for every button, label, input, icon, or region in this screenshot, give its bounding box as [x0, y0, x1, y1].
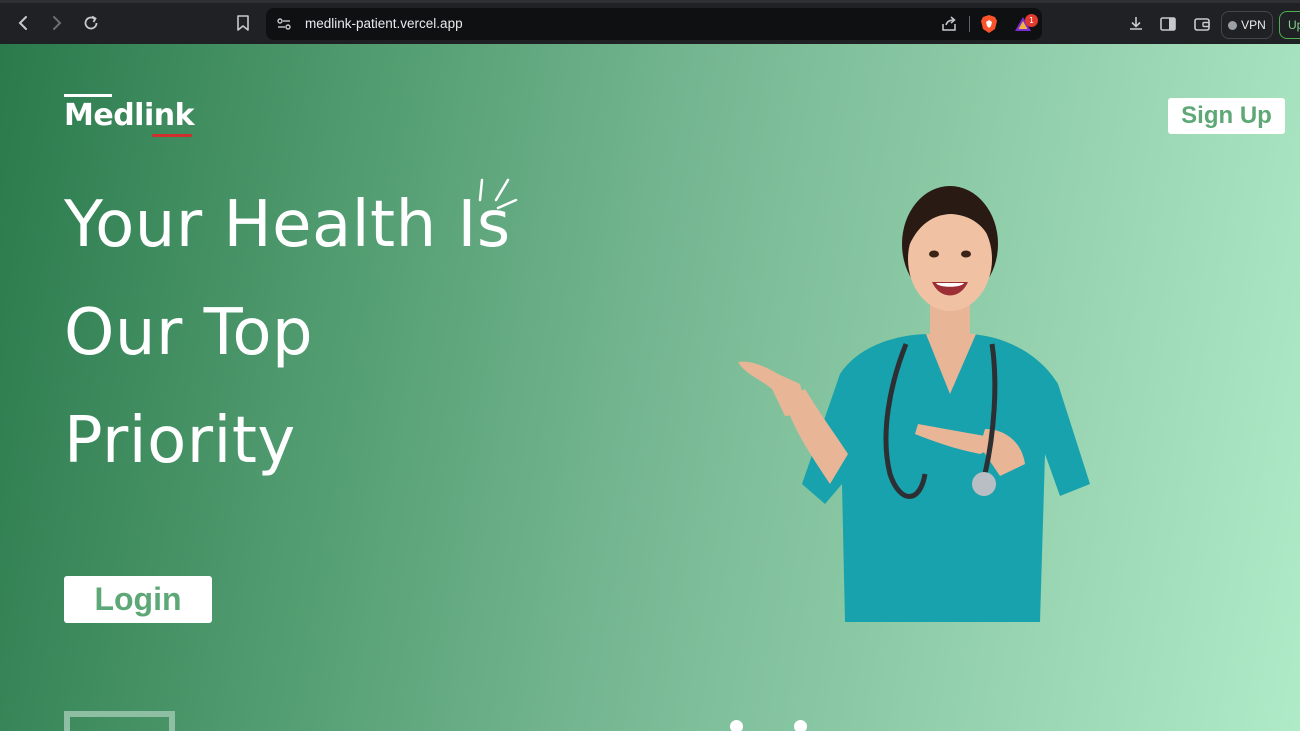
- forward-icon[interactable]: [43, 9, 71, 37]
- logo-top-bar: [64, 94, 112, 97]
- divider: [969, 16, 970, 32]
- browser-toolbar: medlink-patient.vercel.app 1 VPN Up: [0, 0, 1300, 44]
- headline-line-1: Your Health Is: [64, 188, 511, 262]
- download-icon[interactable]: [1126, 14, 1146, 34]
- vpn-button[interactable]: VPN: [1221, 11, 1273, 39]
- headline-line-2: Our Top: [64, 296, 314, 370]
- url-text: medlink-patient.vercel.app: [305, 16, 463, 31]
- carousel-dot[interactable]: [730, 720, 743, 731]
- medlink-logo[interactable]: Medlink: [64, 94, 195, 142]
- vpn-status-icon: [1228, 20, 1238, 30]
- sparkle-icon: [478, 178, 518, 210]
- back-icon[interactable]: [9, 9, 37, 37]
- decorative-frame: [64, 711, 175, 731]
- vpn-label: VPN: [1241, 18, 1266, 32]
- address-bar[interactable]: medlink-patient.vercel.app 1: [266, 8, 1042, 40]
- notification-badge: 1: [1025, 14, 1038, 27]
- sidebar-icon[interactable]: [1158, 14, 1178, 34]
- logo-underline: [152, 134, 192, 137]
- update-button[interactable]: Up: [1279, 11, 1300, 39]
- update-label: Up: [1288, 18, 1300, 32]
- share-icon[interactable]: [940, 15, 958, 33]
- login-button[interactable]: Login: [64, 576, 212, 623]
- carousel-dot[interactable]: [794, 720, 807, 731]
- headline-line-3: Priority: [64, 404, 296, 478]
- signup-button[interactable]: Sign Up: [1168, 98, 1285, 134]
- nurse-image: [738, 186, 1090, 622]
- reload-icon[interactable]: [77, 9, 105, 37]
- site-settings-icon[interactable]: [276, 16, 292, 32]
- logo-text: Medlink: [64, 98, 195, 133]
- bookmark-icon[interactable]: [229, 9, 257, 37]
- hero-section: Medlink Sign Up Your Health Is Our Top P…: [0, 44, 1300, 731]
- brave-shields-icon[interactable]: [980, 14, 998, 34]
- wallet-icon[interactable]: [1192, 14, 1212, 34]
